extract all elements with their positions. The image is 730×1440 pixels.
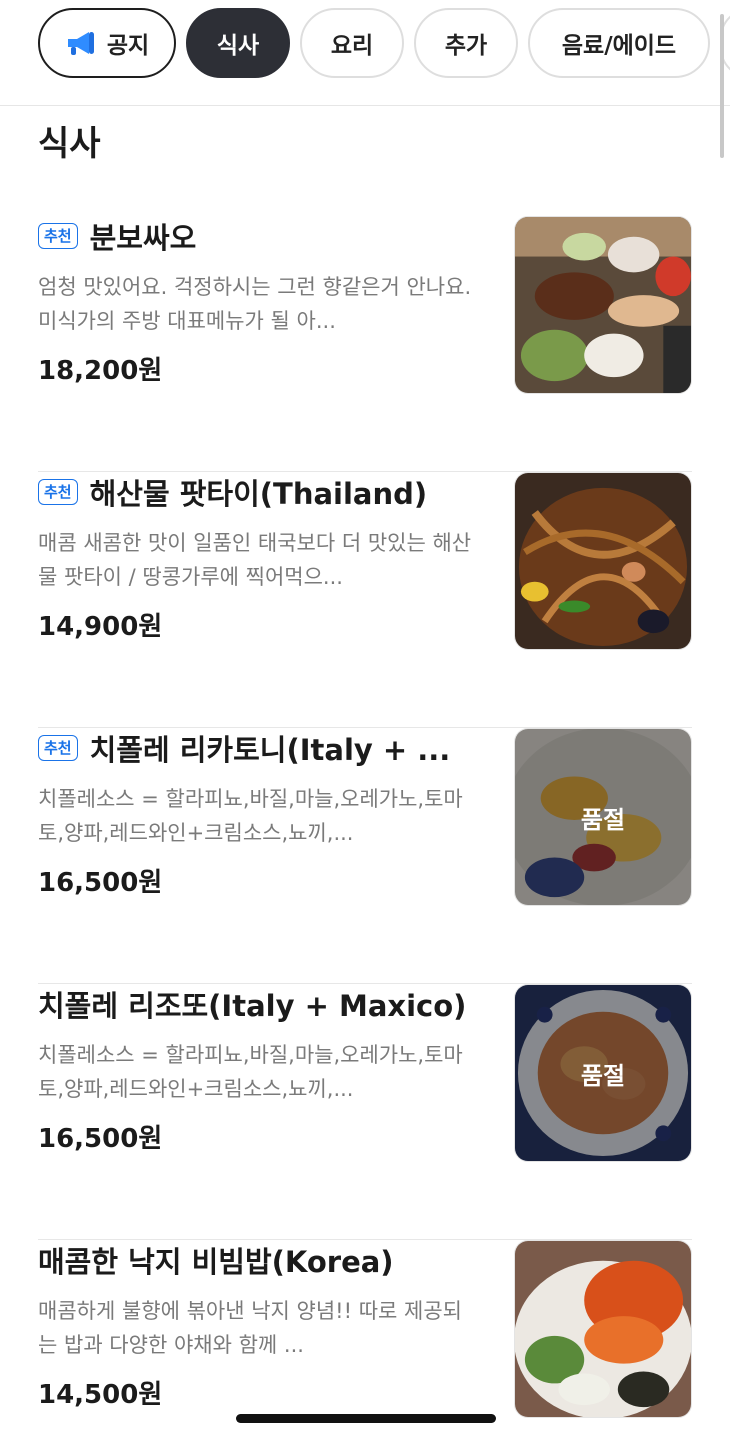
menu-item-description: 치폴레소스 = 할라피뇨,바질,마늘,오레가노,토마토,양파,레드와인+크림소스… (38, 1043, 463, 1101)
menu-item-name: 매콤한 낙지 비빔밥(Korea) (38, 1245, 394, 1279)
menu-item-header: 추천 분보싸오 (38, 216, 478, 256)
tab-dish[interactable]: 요리 (300, 8, 404, 78)
megaphone-icon (65, 28, 97, 58)
menu-item-photo[interactable] (514, 216, 692, 394)
soldout-overlay: 품절 (515, 985, 691, 1161)
menu-item[interactable]: 추천 분보싸오 엄청 맛있어요. 걱정하시는 그런 향같은거 안나요. 미식가의… (38, 216, 692, 472)
scrollbar[interactable] (720, 14, 724, 158)
category-tab-bar: 공지 식사 요리 추가 음료/에이드 (0, 0, 730, 106)
menu-item[interactable]: 추천 해산물 팟타이(Thailand) 매콤 새콤한 맛이 일품인 태국보다 … (38, 472, 692, 728)
menu-item-header: 매콤한 낙지 비빔밥(Korea) (38, 1240, 478, 1280)
tab-notice-label: 공지 (106, 33, 150, 59)
tab-meal[interactable]: 식사 (186, 8, 290, 78)
tab-drinks[interactable]: 음료/에이드 (528, 8, 710, 78)
menu-item[interactable]: 추천 치폴레 리카토니(Italy + ... 치폴레소스 = 할라피뇨,바질,… (38, 728, 692, 984)
soldout-label: 품절 (580, 1061, 626, 1090)
menu-item[interactable]: 치폴레 리조또(Italy + Maxico) 치폴레소스 = 할라피뇨,바질,… (38, 984, 692, 1240)
menu-item-photo[interactable] (514, 472, 692, 650)
menu-item-name: 치폴레 리카토니(Italy + ... (89, 733, 451, 767)
menu-item-description: 엄청 맛있어요. 걱정하시는 그런 향같은거 안나요. 미식가의 주방 대표메뉴… (38, 275, 472, 333)
tab-extra[interactable]: 추가 (414, 8, 518, 78)
menu-item-name: 분보싸오 (89, 221, 197, 255)
menu-item-photo[interactable]: 품절 (514, 728, 692, 906)
menu-item-price: 16,500원 (38, 1124, 163, 1154)
menu-item-header: 추천 해산물 팟타이(Thailand) (38, 472, 478, 512)
menu-item[interactable]: 매콤한 낙지 비빔밥(Korea) 매콤하게 불향에 볶아낸 낙지 양념!! 따… (38, 1240, 692, 1440)
recommend-badge: 추천 (38, 223, 78, 249)
soldout-label: 품절 (580, 805, 626, 834)
menu-item-name: 치폴레 리조또(Italy + Maxico) (38, 989, 467, 1023)
soldout-overlay: 품절 (515, 729, 691, 905)
category-tabs: 공지 식사 요리 추가 음료/에이드 (38, 8, 730, 78)
menu-item-photo[interactable] (514, 1240, 692, 1418)
menu-item-description: 매콤 새콤한 맛이 일품인 태국보다 더 맛있는 해산물 팟타이 / 땅콩가루에… (38, 531, 472, 589)
menu-item-price: 18,200원 (38, 356, 163, 386)
tab-notice[interactable]: 공지 (38, 8, 176, 78)
menu-item-header: 치폴레 리조또(Italy + Maxico) (38, 984, 478, 1024)
recommend-badge: 추천 (38, 735, 78, 761)
recommend-badge: 추천 (38, 479, 78, 505)
home-indicator[interactable] (236, 1414, 496, 1423)
menu-item-price: 14,500원 (38, 1380, 163, 1410)
menu-item-price: 16,500원 (38, 868, 163, 898)
menu-item-description: 치폴레소스 = 할라피뇨,바질,마늘,오레가노,토마토,양파,레드와인+크림소스… (38, 787, 463, 845)
menu-item-price: 14,900원 (38, 612, 163, 642)
menu-item-name: 해산물 팟타이(Thailand) (89, 477, 428, 511)
menu-item-description: 매콤하게 불향에 볶아낸 낙지 양념!! 따로 제공되는 밥과 다양한 야채와 … (38, 1299, 462, 1357)
menu-item-header: 추천 치폴레 리카토니(Italy + ... (38, 728, 478, 768)
section-title: 식사 (38, 124, 101, 164)
menu-item-photo[interactable]: 품절 (514, 984, 692, 1162)
